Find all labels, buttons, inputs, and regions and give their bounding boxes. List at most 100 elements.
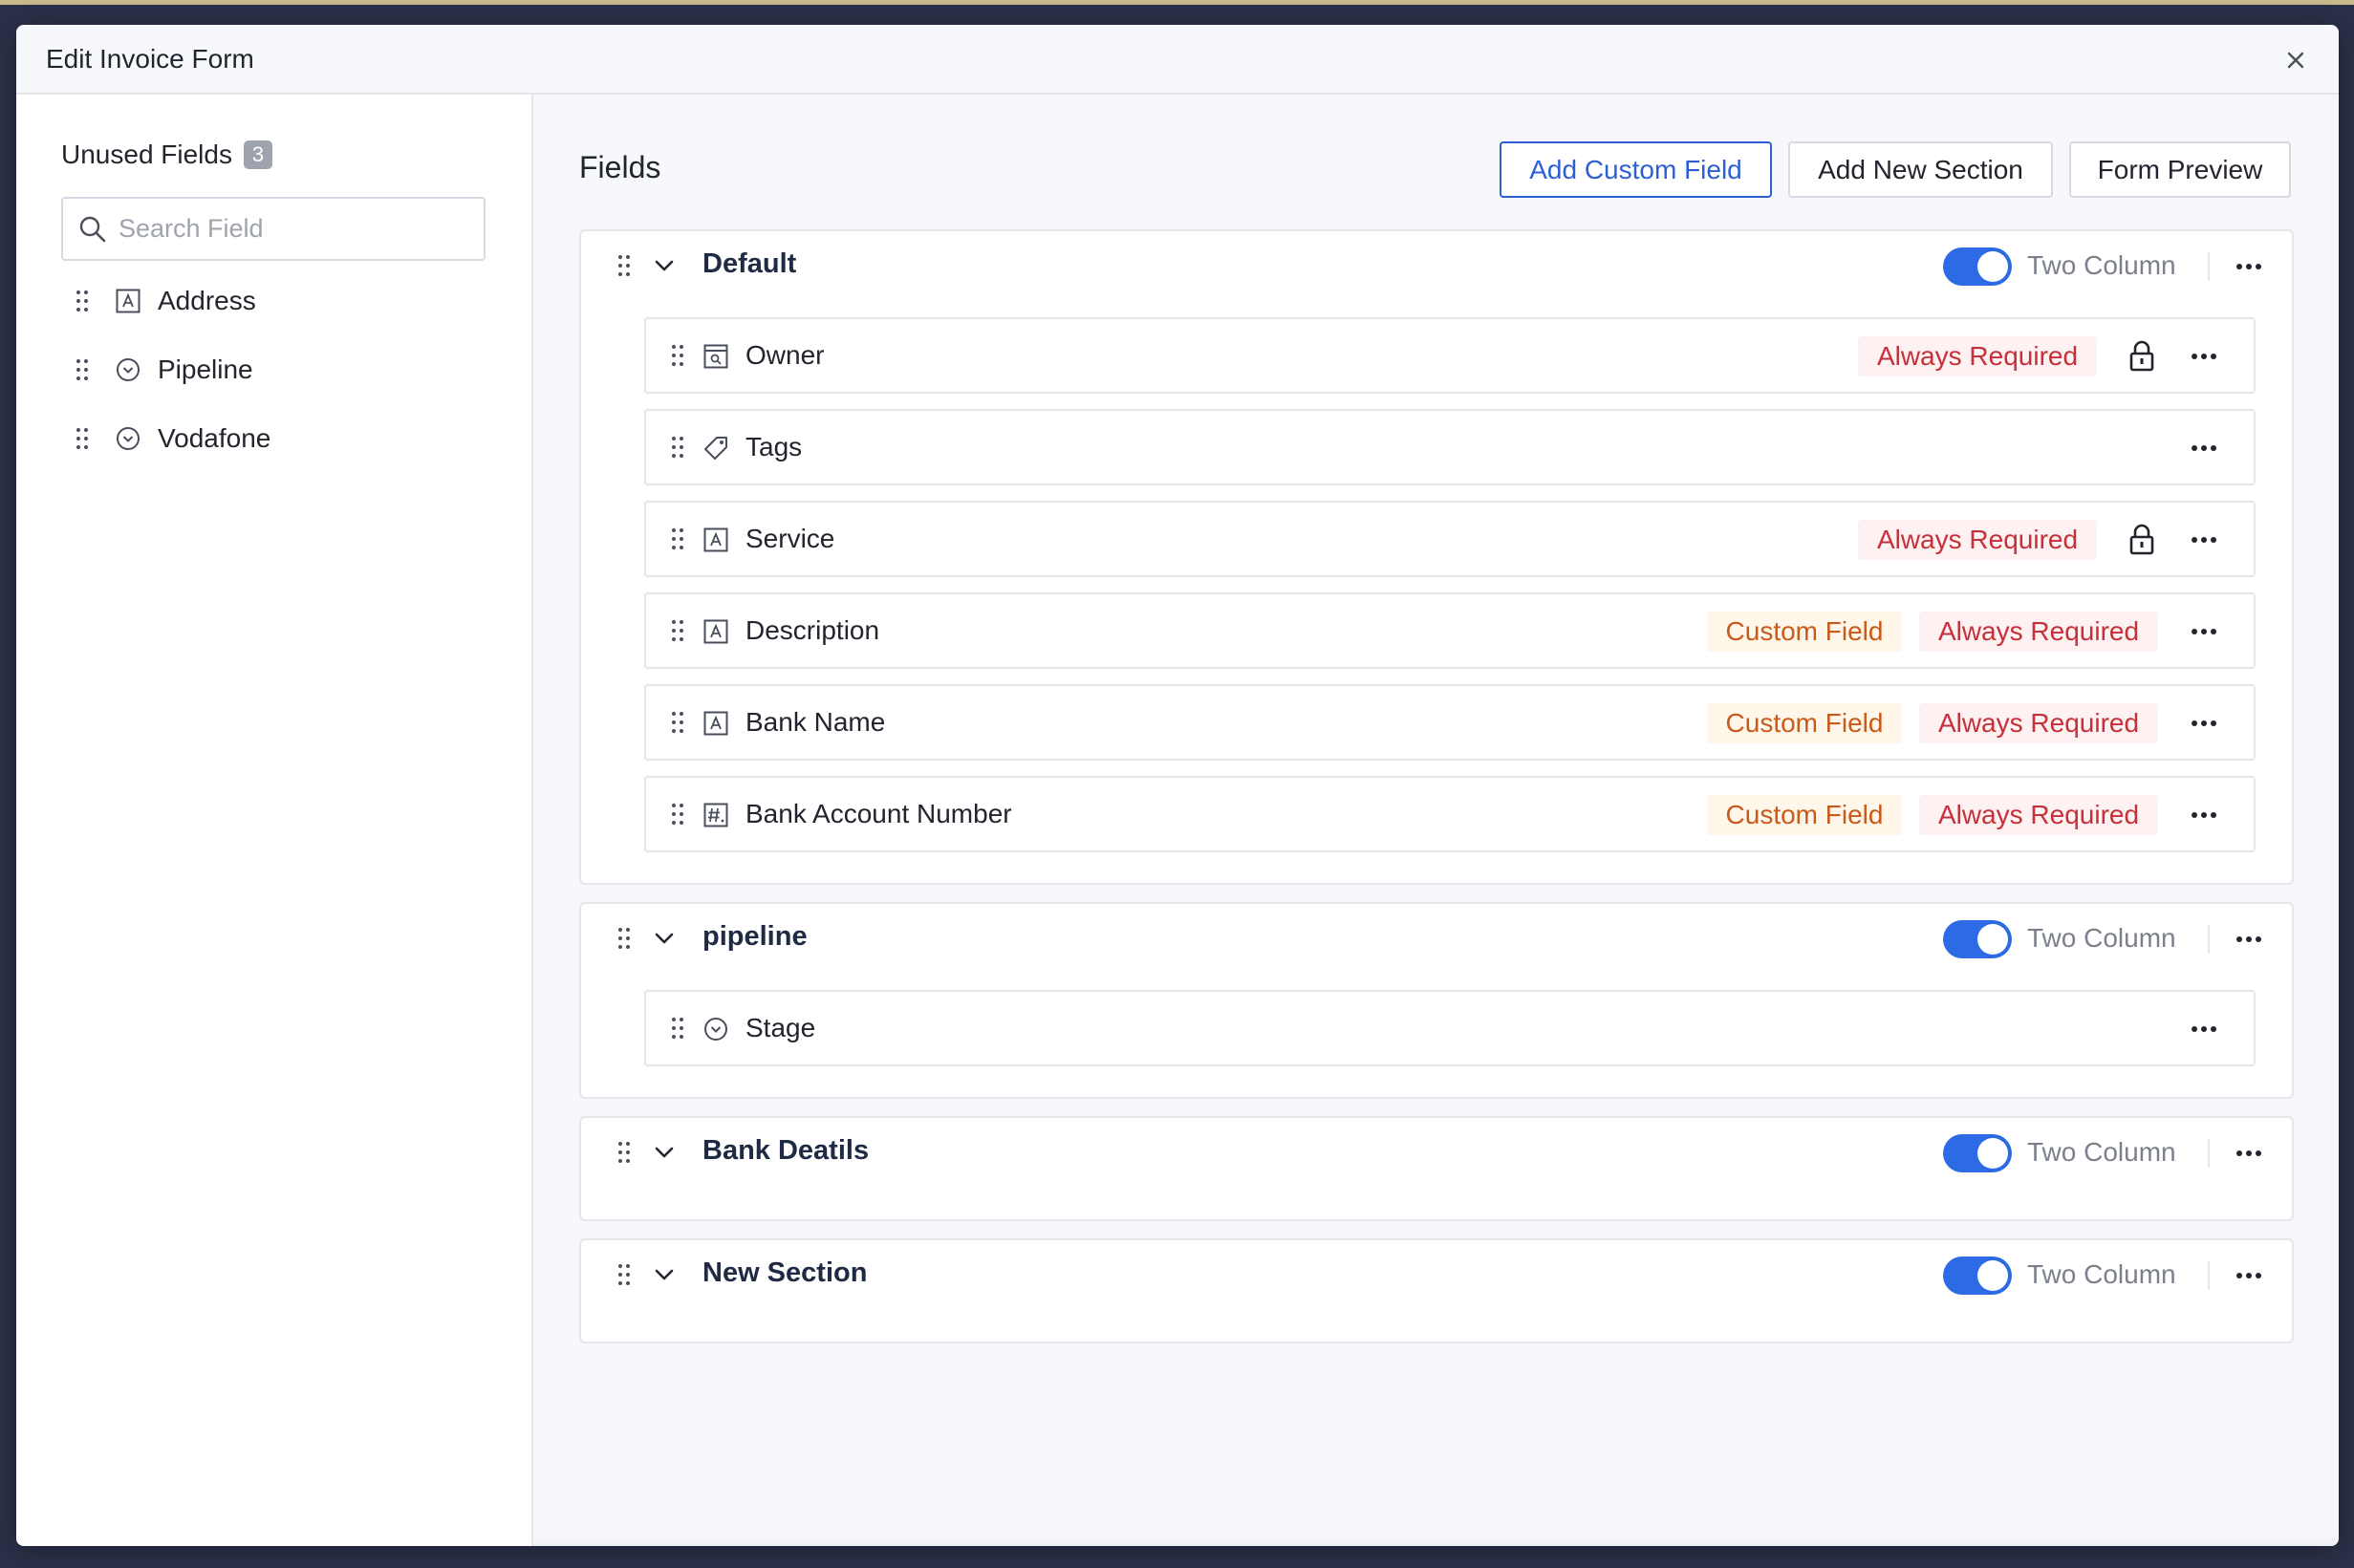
text-field-icon (703, 619, 728, 644)
unused-field-label: Vodafone (158, 423, 271, 453)
add-custom-field-button[interactable]: Add Custom Field (1500, 141, 1772, 198)
unused-fields-heading: Unused Fields 3 (61, 140, 272, 170)
text-field-icon (116, 289, 140, 313)
text-field-icon (703, 711, 728, 736)
drag-handle-icon[interactable] (74, 289, 91, 313)
close-button[interactable] (2281, 46, 2310, 75)
section-title: Bank Deatils (702, 1135, 870, 1166)
section-bank-details: Bank Deatils Two Column (579, 1116, 2294, 1221)
two-column-label: Two Column (2027, 923, 2176, 953)
more-options-icon[interactable] (2230, 1139, 2268, 1168)
drag-handle-icon[interactable] (671, 711, 684, 739)
two-column-label: Two Column (2027, 250, 2176, 280)
more-options-icon[interactable] (2185, 617, 2223, 646)
chevron-down-icon[interactable] (654, 1143, 675, 1167)
drag-handle-icon[interactable] (617, 1141, 631, 1169)
lock-icon (2126, 336, 2158, 375)
bottom-fade (533, 1536, 2339, 1546)
more-options-icon[interactable] (2185, 709, 2223, 738)
always-required-badge: Always Required (1919, 612, 2158, 652)
field-row-owner[interactable]: Owner Always Required (644, 317, 2256, 394)
field-row-service[interactable]: Service Always Required (644, 501, 2256, 577)
search-field-box[interactable] (61, 197, 486, 261)
always-required-badge: Always Required (1919, 795, 2158, 835)
fields-panel: Fields Add Custom Field Add New Section … (533, 95, 2339, 1546)
section-pipeline: pipeline Two Column Stage (579, 902, 2294, 1099)
unused-fields-title: Unused Fields (61, 140, 232, 169)
field-label: Tags (745, 432, 803, 462)
custom-field-badge: Custom Field (1707, 612, 1902, 652)
lock-icon (2126, 520, 2158, 558)
more-options-icon[interactable] (2230, 252, 2268, 281)
section-header: New Section Two Column (581, 1240, 2292, 1309)
field-row-stage[interactable]: Stage (644, 990, 2256, 1066)
drag-handle-icon[interactable] (671, 619, 684, 647)
drag-handle-icon[interactable] (671, 1017, 684, 1044)
section-header: Default Two Column (581, 231, 2292, 300)
unused-field-label: Address (158, 286, 256, 315)
dialog-header: Edit Invoice Form (16, 25, 2339, 95)
close-icon (2287, 52, 2304, 69)
more-options-icon[interactable] (2185, 434, 2223, 462)
field-label: Owner (745, 340, 825, 370)
two-column-toggle[interactable] (1943, 920, 2012, 958)
search-icon (79, 216, 106, 242)
drag-handle-icon[interactable] (617, 254, 631, 282)
drag-handle-icon[interactable] (74, 357, 91, 382)
field-row-description[interactable]: Description Custom Field Always Required (644, 592, 2256, 669)
chevron-down-icon[interactable] (654, 929, 675, 953)
more-options-icon[interactable] (2185, 342, 2223, 371)
drag-handle-icon[interactable] (617, 1263, 631, 1291)
dialog-title: Edit Invoice Form (46, 43, 254, 74)
section-title: Default (702, 248, 797, 279)
drag-handle-icon[interactable] (671, 527, 684, 555)
drag-handle-icon[interactable] (671, 344, 684, 372)
search-field-input[interactable] (119, 214, 463, 244)
dropdown-field-icon (116, 426, 140, 451)
form-preview-button[interactable]: Form Preview (2069, 141, 2291, 198)
section-header: pipeline Two Column (581, 904, 2292, 973)
section-title: pipeline (702, 921, 808, 952)
chevron-down-icon[interactable] (654, 256, 675, 280)
unused-fields-panel: Unused Fields 3 Address (16, 95, 533, 1546)
edit-invoice-form-dialog: Edit Invoice Form Unused Fields 3 Search… (16, 25, 2339, 1546)
more-options-icon[interactable] (2230, 925, 2268, 954)
field-label: Description (745, 615, 880, 645)
field-row-bank-name[interactable]: Bank Name Custom Field Always Required (644, 684, 2256, 761)
two-column-toggle[interactable] (1943, 1257, 2012, 1295)
tag-icon (703, 436, 728, 461)
two-column-label: Two Column (2027, 1137, 2176, 1167)
chevron-down-icon[interactable] (654, 1265, 675, 1289)
drag-handle-icon[interactable] (671, 436, 684, 463)
drag-handle-icon[interactable] (671, 803, 684, 830)
more-options-icon[interactable] (2185, 526, 2223, 554)
divider (2208, 1261, 2210, 1290)
two-column-toggle[interactable] (1943, 1134, 2012, 1172)
drag-handle-icon[interactable] (617, 927, 631, 955)
text-field-icon (703, 527, 728, 552)
field-label: Service (745, 524, 835, 553)
drag-handle-icon[interactable] (74, 426, 91, 451)
number-field-icon (703, 803, 728, 827)
divider (2208, 925, 2210, 954)
custom-field-badge: Custom Field (1707, 703, 1902, 743)
two-column-toggle[interactable] (1943, 247, 2012, 286)
lookup-field-icon (703, 344, 728, 369)
window-top-strip (0, 0, 2354, 5)
divider (2208, 252, 2210, 281)
always-required-badge: Always Required (1858, 520, 2097, 560)
unused-field-vodafone[interactable]: Vodafone (74, 419, 270, 458)
add-new-section-button[interactable]: Add New Section (1788, 141, 2053, 198)
more-options-icon[interactable] (2185, 1015, 2223, 1043)
unused-field-address[interactable]: Address (74, 282, 256, 320)
always-required-badge: Always Required (1858, 336, 2097, 376)
more-options-icon[interactable] (2230, 1261, 2268, 1290)
field-row-tags[interactable]: Tags (644, 409, 2256, 485)
more-options-icon[interactable] (2185, 801, 2223, 829)
section-default: Default Two Column Owner Always Required… (579, 229, 2294, 885)
unused-field-pipeline[interactable]: Pipeline (74, 351, 253, 389)
field-label: Stage (745, 1013, 816, 1042)
custom-field-badge: Custom Field (1707, 795, 1902, 835)
unused-fields-count-badge: 3 (243, 140, 272, 169)
field-row-bank-account-number[interactable]: Bank Account Number Custom Field Always … (644, 776, 2256, 852)
